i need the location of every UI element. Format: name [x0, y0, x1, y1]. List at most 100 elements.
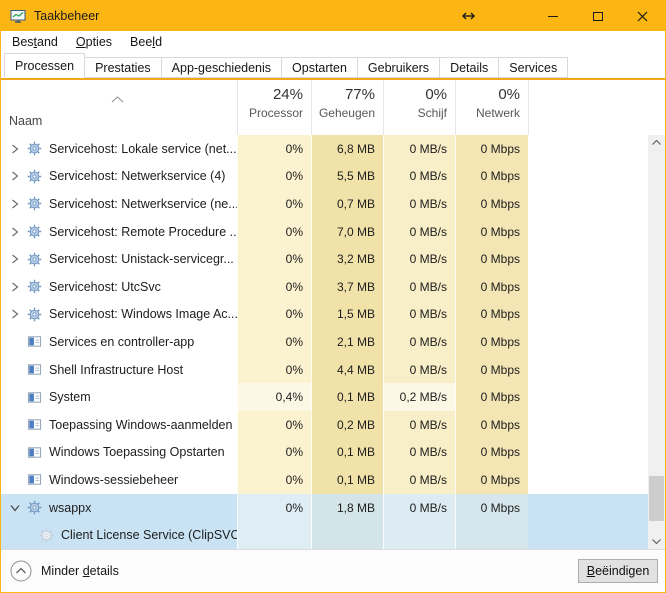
tab-bar: Processen Prestaties App-geschiedenis Opsta… [1, 53, 665, 78]
tab-label: Opstarten [292, 61, 347, 75]
scrollbar-thumb[interactable] [649, 476, 664, 521]
cpu-cell: 0% [237, 328, 311, 356]
tab-label: Prestaties [95, 61, 151, 75]
close-button[interactable] [620, 1, 665, 31]
sort-ascending-icon [111, 90, 124, 108]
tab-gebruikers[interactable]: Gebruikers [357, 57, 440, 78]
table-row[interactable]: Servicehost: Unistack-servicegr... 0% 3,… [1, 245, 648, 273]
disk-cell: 0 MB/s [383, 411, 455, 439]
table-row[interactable]: System 0,4% 0,1 MB 0,2 MB/s 0 Mbps [1, 383, 648, 411]
fewer-details-toggle[interactable]: Minder details [10, 560, 119, 582]
window-icon [26, 362, 42, 378]
expand-chevron-icon[interactable] [8, 171, 22, 181]
memory-cell: 0,2 MB [311, 411, 383, 439]
cpu-cell: 0% [237, 439, 311, 467]
fewer-details-label: Minder details [41, 564, 119, 578]
menu-item-opties[interactable]: Opties [67, 33, 121, 51]
table-row[interactable]: Shell Infrastructure Host 0% 4,4 MB 0 MB… [1, 356, 648, 384]
expand-chevron-icon[interactable] [8, 144, 22, 154]
row-filler [528, 135, 648, 163]
table-row[interactable]: wsappx 0% 1,8 MB 0 MB/s 0 Mbps [1, 494, 648, 522]
scroll-up-icon[interactable] [648, 135, 665, 150]
cpu-cell: 0% [237, 301, 311, 329]
cpu-cell: 0,4% [237, 383, 311, 411]
task-manager-app-icon [10, 8, 26, 24]
process-list: Servicehost: Lokale service (net... 0% 6… [1, 135, 648, 549]
expand-chevron-icon[interactable] [8, 227, 22, 237]
table-row[interactable]: Servicehost: Lokale service (net... 0% 6… [1, 135, 648, 163]
window-controls [448, 1, 665, 31]
cpu-cell: 0% [237, 273, 311, 301]
memory-cell: 5,5 MB [311, 163, 383, 191]
table-row[interactable]: Servicehost: Remote Procedure ... 0% 7,0… [1, 218, 648, 246]
gear-icon [26, 196, 42, 212]
network-cell [455, 521, 528, 549]
cpu-total-value: 24% [273, 86, 303, 103]
maximize-button[interactable] [575, 1, 620, 31]
tab-processen[interactable]: Processen [4, 53, 85, 78]
table-row[interactable]: Windows-sessiebeheer 0% 0,1 MB 0 MB/s 0 … [1, 466, 648, 494]
expand-chevron-icon[interactable] [8, 199, 22, 209]
process-name: wsappx [49, 501, 91, 515]
cpu-cell: 0% [237, 163, 311, 191]
network-cell: 0 Mbps [455, 439, 528, 467]
expand-chevron-icon[interactable] [8, 254, 22, 264]
tab-label: Processen [15, 59, 74, 73]
menu-item-beeld[interactable]: Beeld [121, 33, 171, 51]
table-row[interactable]: Windows Toepassing Opstarten 0% 0,1 MB 0… [1, 439, 648, 467]
vertical-scrollbar[interactable] [648, 135, 665, 549]
row-filler [528, 301, 648, 329]
expand-chevron-icon[interactable] [8, 504, 22, 512]
horizontal-resize-icon[interactable] [448, 1, 488, 31]
menu-item-bestand[interactable]: Bestand [3, 33, 67, 51]
table-row[interactable]: Servicehost: Netwerkservice (ne... 0% 0,… [1, 190, 648, 218]
table-row[interactable]: Services en controller-app 0% 2,1 MB 0 M… [1, 328, 648, 356]
column-header-network[interactable]: 0% Netwerk [455, 80, 528, 135]
task-manager-window: Taakbeheer BestandOptiesBeeld ProcessenP… [0, 0, 666, 593]
table-row[interactable]: Servicehost: Windows Image Ac... 0% 1,5 … [1, 301, 648, 329]
tab-app-geschiedenis[interactable]: App-geschiedenis [161, 57, 282, 78]
disk-cell: 0 MB/s [383, 328, 455, 356]
column-header-cpu[interactable]: 24% Processor [237, 80, 311, 135]
process-name: Services en controller-app [49, 335, 194, 349]
network-cell: 0 Mbps [455, 494, 528, 522]
disk-cell: 0 MB/s [383, 356, 455, 384]
window-title: Taakbeheer [34, 9, 99, 23]
row-filler [528, 328, 648, 356]
network-cell: 0 Mbps [455, 135, 528, 163]
column-header-disk[interactable]: 0% Schijf [383, 80, 455, 135]
disk-column-label: Schijf [418, 106, 447, 120]
expand-chevron-icon[interactable] [8, 282, 22, 292]
gear-icon [26, 168, 42, 184]
disk-cell: 0 MB/s [383, 218, 455, 246]
close-icon [637, 11, 648, 22]
column-header-name[interactable]: Naam [1, 80, 237, 135]
minimize-icon [548, 16, 558, 17]
memory-cell: 3,2 MB [311, 245, 383, 273]
tab-label: Details [450, 61, 488, 75]
table-row[interactable]: Servicehost: Netwerkservice (4) 0% 5,5 M… [1, 163, 648, 191]
process-name: Servicehost: Netwerkservice (4) [49, 169, 225, 183]
scroll-down-icon[interactable] [648, 534, 665, 549]
cpu-cell: 0% [237, 466, 311, 494]
tab-label: App-geschiedenis [172, 61, 271, 75]
end-task-label: Beëindigen [587, 564, 650, 578]
table-row[interactable]: Servicehost: UtcSvc 0% 3,7 MB 0 MB/s 0 M… [1, 273, 648, 301]
process-name: Toepassing Windows-aanmelden [49, 418, 232, 432]
end-task-button[interactable]: Beëindigen [578, 559, 658, 583]
tab-details[interactable]: Details [439, 57, 499, 78]
column-header-memory[interactable]: 77% Geheugen [311, 80, 383, 135]
expand-chevron-icon[interactable] [8, 309, 22, 319]
network-cell: 0 Mbps [455, 163, 528, 191]
tab-prestaties[interactable]: Prestaties [84, 57, 162, 78]
table-row[interactable]: Toepassing Windows-aanmelden 0% 0,2 MB 0… [1, 411, 648, 439]
minimize-button[interactable] [530, 1, 575, 31]
memory-cell: 3,7 MB [311, 273, 383, 301]
tab-opstarten[interactable]: Opstarten [281, 57, 358, 78]
disk-cell: 0 MB/s [383, 301, 455, 329]
table-row[interactable]: Client License Service (ClipSVC) [1, 521, 648, 549]
tab-services[interactable]: Services [498, 57, 568, 78]
window-icon [26, 472, 42, 488]
network-cell: 0 Mbps [455, 356, 528, 384]
column-header-row: Naam 24% Processor 77% Geheugen 0% Schij… [1, 80, 665, 135]
